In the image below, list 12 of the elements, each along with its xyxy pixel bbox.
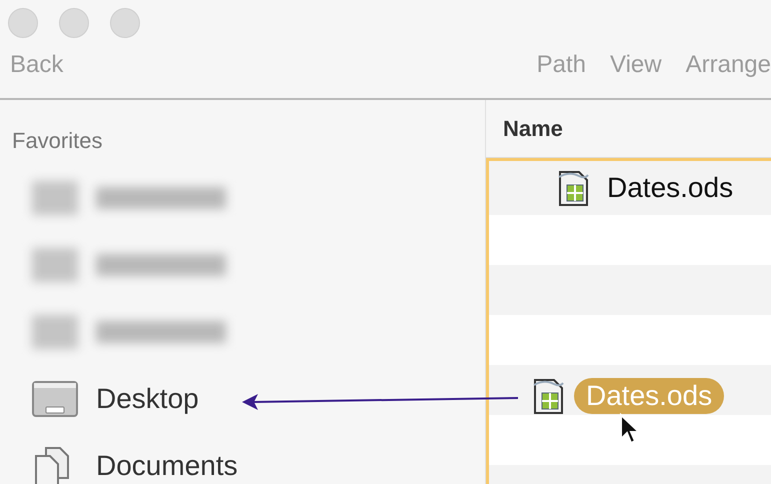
window-minimize-button[interactable] — [59, 8, 89, 38]
sidebar-item[interactable]: Documents — [96, 450, 238, 482]
spreadsheet-icon — [557, 169, 591, 207]
list-row[interactable]: Dates.ods — [489, 161, 771, 215]
sidebar-item[interactable]: Desktop — [96, 382, 199, 414]
spreadsheet-icon — [532, 377, 566, 415]
window-zoom-button[interactable] — [110, 8, 140, 38]
desktop-icon — [32, 380, 78, 416]
window-close-button[interactable] — [8, 8, 38, 38]
sidebar-heading: Favorites — [11, 127, 104, 155]
file-name[interactable]: Dates.ods — [607, 172, 734, 204]
dragged-file-label: Dates.ods — [574, 378, 724, 414]
